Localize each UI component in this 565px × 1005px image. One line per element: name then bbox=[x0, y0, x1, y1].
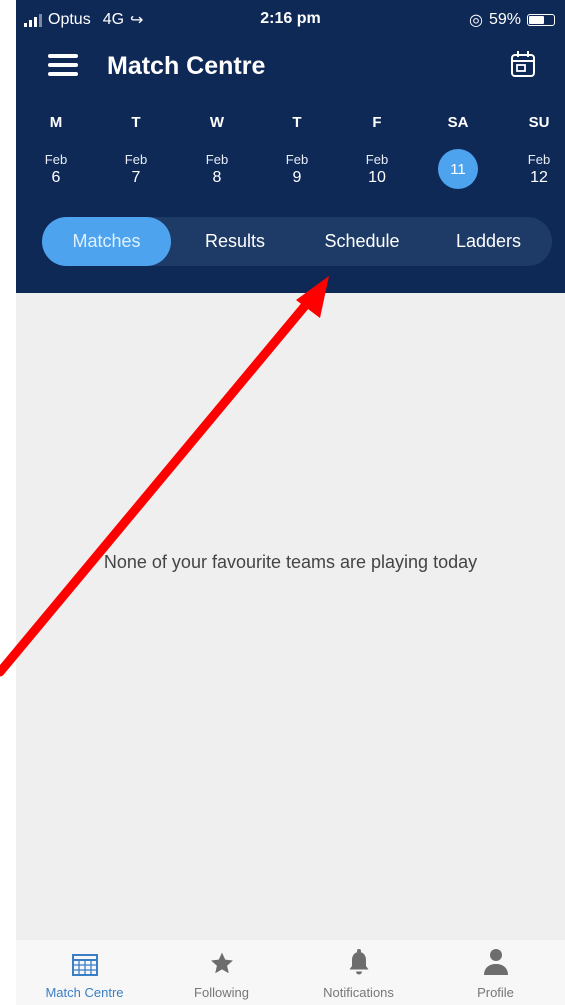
app-screen: Optus 4G ↪ 2:16 pm ◎ 59% Match Centre M … bbox=[16, 0, 565, 1005]
selected-date-circle: 11 bbox=[438, 149, 478, 189]
nav-label: Profile bbox=[477, 985, 514, 1000]
day-monday[interactable]: M Feb 6 bbox=[26, 114, 86, 187]
nav-notifications[interactable]: Notifications bbox=[290, 940, 427, 1005]
title-row: Match Centre bbox=[16, 44, 565, 92]
battery-percent: 59% bbox=[488, 11, 521, 28]
day-saturday-selected[interactable]: SA 11 bbox=[428, 114, 488, 189]
day-name: SU bbox=[528, 114, 550, 131]
day-date: 6 bbox=[51, 169, 61, 186]
header: Optus 4G ↪ 2:16 pm ◎ 59% Match Centre M … bbox=[16, 0, 565, 293]
empty-state-message: None of your favourite teams are playing… bbox=[103, 552, 478, 572]
nav-match-centre[interactable]: Match Centre bbox=[16, 940, 153, 1005]
hamburger-menu-icon[interactable] bbox=[48, 52, 78, 78]
page-title: Match Centre bbox=[107, 52, 266, 80]
week-day-selector: M Feb 6 T Feb 7 W Feb 8 T Feb 9 F Feb 10… bbox=[16, 114, 565, 194]
tab-matches[interactable]: Matches bbox=[42, 217, 171, 266]
orientation-lock-icon: ◎ bbox=[469, 12, 483, 29]
day-date: 9 bbox=[292, 169, 302, 186]
day-name: T bbox=[131, 114, 141, 131]
day-month: Feb bbox=[365, 152, 389, 167]
day-date: 12 bbox=[530, 169, 548, 186]
day-date: 10 bbox=[368, 169, 386, 186]
segmented-tabs: Matches Results Schedule Ladders bbox=[42, 217, 552, 266]
day-tuesday[interactable]: T Feb 7 bbox=[106, 114, 166, 187]
status-bar: Optus 4G ↪ 2:16 pm ◎ 59% bbox=[16, 0, 565, 38]
bell-icon bbox=[349, 949, 368, 975]
day-thursday[interactable]: T Feb 9 bbox=[267, 114, 327, 187]
day-wednesday[interactable]: W Feb 8 bbox=[187, 114, 247, 187]
day-name: T bbox=[292, 114, 302, 131]
battery-icon bbox=[527, 14, 555, 26]
day-name: SA bbox=[447, 114, 469, 131]
day-name: F bbox=[372, 114, 382, 131]
nav-label: Notifications bbox=[323, 985, 394, 1000]
tab-ladders[interactable]: Ladders bbox=[425, 217, 552, 266]
star-icon bbox=[210, 952, 233, 974]
day-date: 8 bbox=[212, 169, 222, 186]
tab-schedule[interactable]: Schedule bbox=[299, 217, 425, 266]
calendar-icon[interactable] bbox=[510, 50, 536, 78]
bottom-navigation: Match Centre Following Notifications Pro… bbox=[16, 940, 565, 1005]
day-name: M bbox=[49, 114, 63, 131]
nav-label: Match Centre bbox=[45, 985, 124, 1000]
day-sunday[interactable]: SU Feb 12 bbox=[509, 114, 565, 187]
status-right: ◎ 59% bbox=[469, 10, 555, 30]
tab-results[interactable]: Results bbox=[171, 217, 299, 266]
day-date: 7 bbox=[131, 169, 141, 186]
day-month: Feb bbox=[205, 152, 229, 167]
day-month: Feb bbox=[44, 152, 68, 167]
person-icon bbox=[483, 949, 508, 975]
grid-calendar-icon bbox=[71, 954, 98, 976]
day-month: Feb bbox=[527, 152, 551, 167]
day-name: W bbox=[209, 114, 225, 131]
day-month: Feb bbox=[124, 152, 148, 167]
nav-profile[interactable]: Profile bbox=[427, 940, 564, 1005]
day-friday[interactable]: F Feb 10 bbox=[347, 114, 407, 187]
nav-label: Following bbox=[194, 985, 249, 1000]
nav-following[interactable]: Following bbox=[153, 940, 290, 1005]
day-month: Feb bbox=[285, 152, 309, 167]
